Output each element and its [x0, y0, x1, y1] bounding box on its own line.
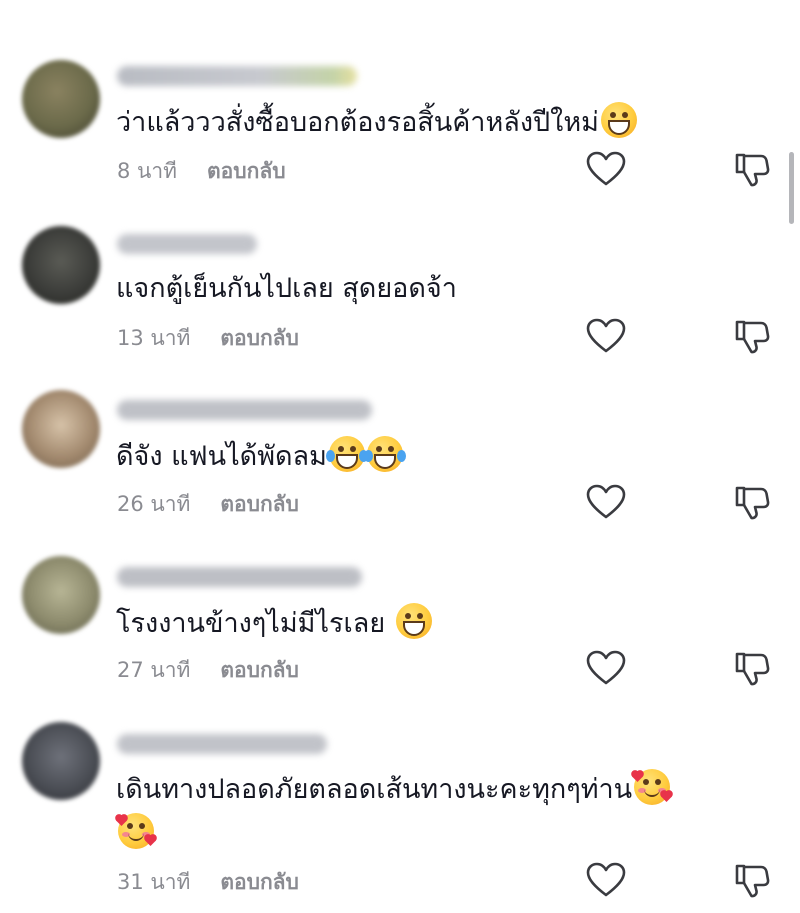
thumbs-down-icon[interactable]	[734, 485, 770, 521]
username-blurred[interactable]	[117, 567, 362, 587]
avatar[interactable]	[22, 226, 100, 304]
thumbs-down-icon[interactable]	[734, 651, 770, 687]
tears-of-joy-emoji	[325, 436, 368, 472]
comment-meta: 31 นาที ตอบกลับ	[117, 866, 299, 899]
heart-icon[interactable]	[586, 318, 626, 354]
reply-button[interactable]: ตอบกลับ	[220, 870, 299, 894]
comment-meta: 8 นาที ตอบกลับ	[117, 155, 286, 188]
heart-icon[interactable]	[586, 650, 626, 686]
tears-of-joy-emoji	[363, 436, 406, 472]
comment-text-content: แจกตู้เย็นกันไปเลย สุดยอดจ้า	[116, 273, 457, 304]
reply-button[interactable]: ตอบกลับ	[220, 658, 299, 682]
username-blurred[interactable]	[117, 66, 357, 86]
comment-text-content: โรงงานข้างๆไม่มีไรเลย	[116, 608, 394, 639]
smiling-face-with-hearts-emoji	[632, 769, 673, 805]
comment-text: โรงงานข้างๆไม่มีไรเลย	[116, 602, 756, 646]
reply-button[interactable]: ตอบกลับ	[207, 159, 286, 183]
comment-time: 8 นาที	[117, 159, 178, 183]
reply-button[interactable]: ตอบกลับ	[220, 492, 299, 516]
heart-icon[interactable]	[586, 484, 626, 520]
avatar[interactable]	[22, 60, 100, 138]
grinning-face-emoji	[600, 102, 637, 138]
reply-button[interactable]: ตอบกลับ	[220, 326, 299, 350]
thumbs-down-icon[interactable]	[734, 152, 770, 188]
comment-text: ว่าแล้วววสั่งซื้อบอกต้องรอสิ้นค้าหลังปีใ…	[116, 101, 756, 145]
comment-text-content: ว่าแล้วววสั่งซื้อบอกต้องรอสิ้นค้าหลังปีใ…	[116, 107, 599, 138]
comment-time: 13 นาที	[117, 326, 191, 350]
comment-meta: 26 นาที ตอบกลับ	[117, 488, 299, 521]
avatar[interactable]	[22, 722, 100, 800]
heart-icon[interactable]	[586, 151, 626, 187]
grinning-face-emoji	[395, 603, 432, 639]
avatar[interactable]	[22, 556, 100, 634]
comment-text-content: ดีจัง แฟนได้พัดลม	[116, 441, 327, 472]
scrollbar[interactable]	[789, 152, 794, 224]
comment-list: ว่าแล้วววสั่งซื้อบอกต้องรอสิ้นค้าหลังปีใ…	[0, 0, 800, 913]
username-blurred[interactable]	[117, 234, 257, 254]
username-blurred[interactable]	[117, 400, 372, 420]
comment-meta: 13 นาที ตอบกลับ	[117, 322, 299, 355]
comment-text: แจกตู้เย็นกันไปเลย สุดยอดจ้า	[116, 267, 756, 311]
heart-icon[interactable]	[586, 862, 626, 898]
comment-time: 31 นาที	[117, 870, 191, 894]
comment-time: 27 นาที	[117, 658, 191, 682]
comment-text: เดินทางปลอดภัยตลอดเส้นทางนะคะทุกๆท่าน	[116, 768, 766, 856]
thumbs-down-icon[interactable]	[734, 863, 770, 899]
smiling-face-with-hearts-emoji	[116, 813, 156, 849]
username-blurred[interactable]	[117, 734, 327, 754]
comment-time: 26 นาที	[117, 492, 191, 516]
comment-text: ดีจัง แฟนได้พัดลม	[116, 435, 756, 479]
comment-text-content: เดินทางปลอดภัยตลอดเส้นทางนะคะทุกๆท่าน	[116, 774, 633, 805]
thumbs-down-icon[interactable]	[734, 319, 770, 355]
avatar[interactable]	[22, 390, 100, 468]
comment-meta: 27 นาที ตอบกลับ	[117, 654, 299, 687]
